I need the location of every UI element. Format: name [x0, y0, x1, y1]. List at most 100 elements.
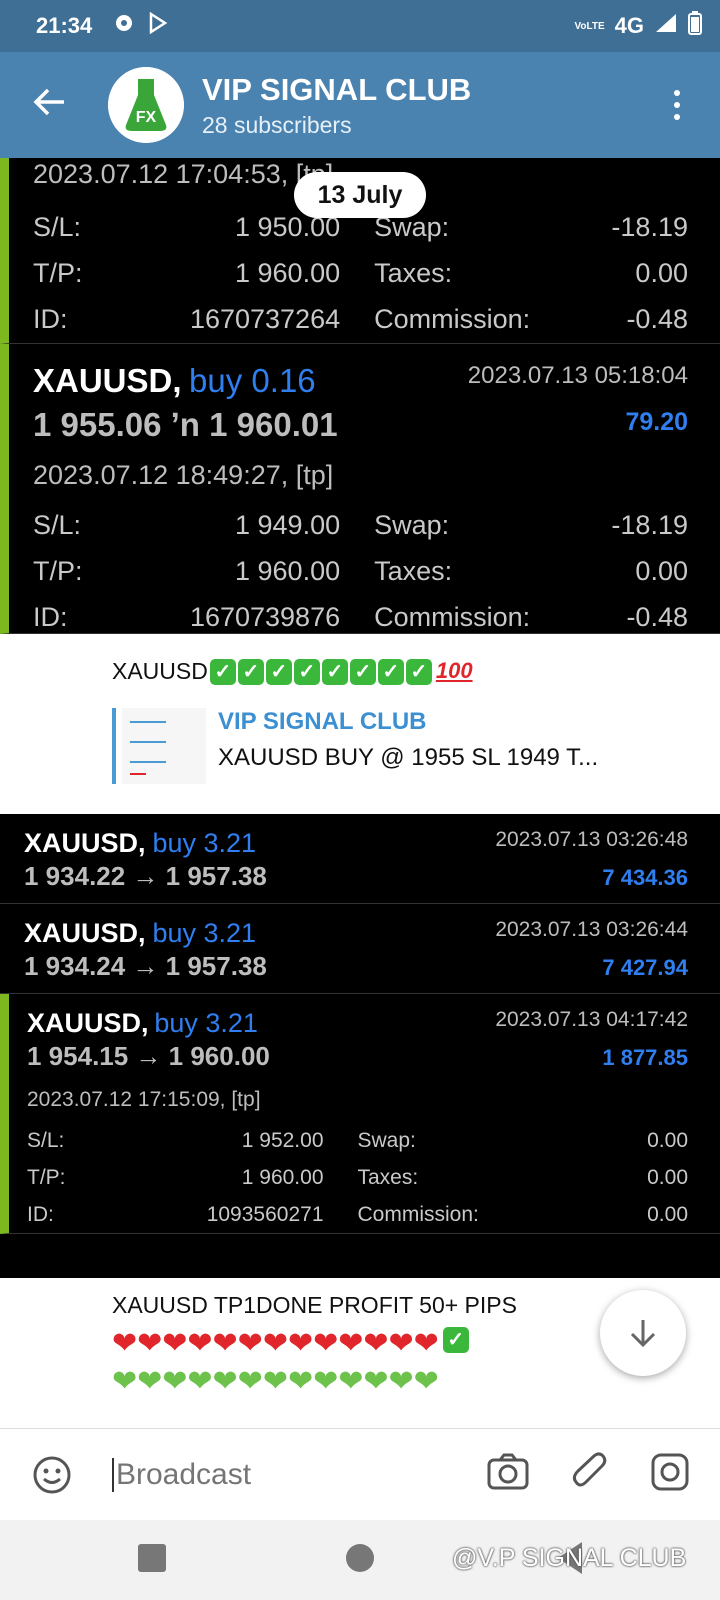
- id-label: ID:: [33, 602, 68, 632]
- broadcast-input[interactable]: [112, 1457, 432, 1492]
- trade-details: S/L: 1 949.00 Swap: -18.19 T/P: 1 960.00…: [33, 502, 688, 640]
- commission-value: -0.48: [626, 602, 688, 632]
- instagram-icon[interactable]: [650, 1452, 690, 1497]
- trade-profit: 79.20: [625, 408, 688, 436]
- check-icon: ✓: [349, 659, 376, 685]
- trade-card: XAUUSD, buy 3.21 2023.07.13 04:17:42 1 9…: [0, 994, 720, 1234]
- close-time: 2023.07.13 05:18:04: [467, 362, 688, 389]
- trade-prices: 1 934.24 → 1 957.38: [24, 951, 267, 981]
- trade-symbol: XAUUSD,: [24, 828, 146, 858]
- close-time: 2023.07.13 03:26:48: [495, 828, 688, 851]
- trade-prices: 1 955.06 ʼn 1 960.01: [33, 406, 338, 443]
- check-icon: ✓: [293, 659, 320, 685]
- check-marks: ✓ ✓ ✓ ✓ ✓ ✓ ✓ ✓: [209, 657, 434, 685]
- message-feed[interactable]: 2023.07.12 17:04:53, [tp] S/L: 1 950.00 …: [0, 158, 720, 1428]
- commission-label: Commission:: [374, 304, 531, 334]
- commission-label: Commission:: [374, 602, 531, 632]
- trade-symbol: XAUUSD,: [24, 918, 146, 948]
- swap-value: 0.00: [647, 1129, 688, 1152]
- trade-details: S/L: 1 952.00 Swap: 0.00 T/P: 1 960.00 T…: [27, 1122, 688, 1233]
- trade-side: buy 3.21: [152, 918, 257, 948]
- recents-button[interactable]: [138, 1544, 166, 1572]
- channel-message[interactable]: XAUUSD ✓ ✓ ✓ ✓ ✓ ✓ ✓ ✓ 100 VIP SIGNAL CLUB XAUU…: [0, 634, 720, 814]
- commission-value: 0.00: [647, 1203, 688, 1226]
- red-heart-icon: ❤❤❤❤❤❤❤❤❤❤❤❤❤: [112, 1327, 439, 1360]
- attach-icon[interactable]: [572, 1452, 608, 1497]
- trade-card: XAUUSD, buy 3.21 2023.07.13 03:26:44 1 9…: [0, 904, 720, 994]
- open-time: 2023.07.12 17:15:09, [tp]: [27, 1088, 261, 1111]
- trade-details: S/L: 1 950.00 Swap: -18.19 T/P: 1 960.00…: [33, 204, 688, 342]
- taxes-label: Taxes:: [374, 258, 453, 288]
- trade-profit: 7 434.36: [602, 865, 688, 890]
- channel-avatar[interactable]: FX: [108, 67, 184, 143]
- green-heart-icon: ❤❤❤❤❤❤❤❤❤❤❤❤❤: [112, 1365, 439, 1398]
- taxes-label: Taxes:: [357, 1166, 419, 1189]
- heart-emojis: ❤❤❤❤❤❤❤❤❤❤❤❤❤ ✓ ❤❤❤❤❤❤❤❤❤❤❤❤❤: [112, 1327, 632, 1399]
- hundred-icon: 100: [435, 658, 473, 683]
- swap-value: -18.19: [611, 510, 688, 540]
- reply-preview[interactable]: VIP SIGNAL CLUB XAUUSD BUY @ 1955 SL 194…: [112, 708, 720, 784]
- more-options-icon[interactable]: [674, 90, 680, 120]
- check-icon: ✓: [209, 659, 236, 685]
- taxes-label: Taxes:: [374, 556, 453, 586]
- settings-icon: [114, 13, 134, 39]
- navigation-bar: @V.P SIGNAL CLUB: [0, 1520, 720, 1600]
- camera-icon[interactable]: [486, 1452, 530, 1497]
- check-icon: ✓: [377, 659, 404, 685]
- check-icon: ✓: [321, 659, 348, 685]
- trade-profit: 7 427.94: [602, 955, 688, 980]
- home-button[interactable]: [346, 1544, 374, 1572]
- commission-label: Commission:: [357, 1203, 479, 1226]
- composer-bar: [0, 1428, 720, 1520]
- watermark: @V.P SIGNAL CLUB: [452, 1544, 687, 1572]
- reply-body: XAUUSD BUY @ 1955 SL 1949 T...: [218, 744, 599, 771]
- sl-value: 1 949.00: [235, 510, 341, 540]
- trade-prices: 1 934.22 → 1 957.38: [24, 861, 267, 891]
- tp-value: 1 960.00: [235, 556, 341, 586]
- trade-card: XAUUSD, buy 3.21 2023.07.13 03:26:48 1 9…: [0, 814, 720, 904]
- battery-icon: [688, 11, 702, 41]
- channel-header: FX VIP SIGNAL CLUB 28 subscribers: [0, 52, 720, 158]
- trade-profit: 1 877.85: [602, 1045, 688, 1070]
- spacer: [0, 1234, 720, 1278]
- trade-side: buy 3.21: [154, 1008, 258, 1038]
- signal-icon: [654, 12, 678, 40]
- taxes-value: 0.00: [635, 258, 688, 288]
- swap-label: Swap:: [374, 510, 450, 540]
- swap-label: Swap:: [357, 1129, 416, 1152]
- trade-side: buy 0.16: [189, 362, 316, 399]
- taxes-value: 0.00: [635, 556, 688, 586]
- taxes-value: 0.00: [647, 1166, 688, 1189]
- id-value: 1670737264: [189, 304, 341, 334]
- clock: 21:34: [36, 13, 93, 38]
- channel-name[interactable]: VIP SIGNAL CLUB: [202, 72, 471, 108]
- scroll-down-button[interactable]: [600, 1290, 686, 1376]
- reply-title: VIP SIGNAL CLUB: [218, 708, 427, 735]
- sl-label: S/L:: [27, 1129, 65, 1152]
- trade-card: XAUUSD, buy 0.16 2023.07.13 05:18:04 1 9…: [0, 344, 720, 634]
- trade-symbol: XAUUSD,: [33, 362, 182, 399]
- id-label: ID:: [27, 1203, 54, 1226]
- tp-label: T/P:: [33, 258, 83, 288]
- id-value: 1670739876: [189, 602, 341, 632]
- check-icon: ✓: [265, 659, 292, 685]
- trade-prices: 1 954.15 → 1 960.00: [27, 1041, 270, 1071]
- id-label: ID:: [33, 304, 68, 334]
- sl-value: 1 952.00: [241, 1129, 324, 1152]
- tp-label: T/P:: [27, 1166, 66, 1189]
- network-label: 4G: [614, 13, 644, 38]
- close-time: 2023.07.13 04:17:42: [495, 1008, 688, 1031]
- reply-bar: [112, 708, 116, 784]
- emoji-icon[interactable]: [32, 1455, 72, 1495]
- message-symbol: XAUUSD: [112, 657, 208, 684]
- check-icon: ✓: [442, 1327, 469, 1353]
- reply-thumbnail: [122, 708, 206, 784]
- sl-label: S/L:: [33, 510, 82, 540]
- play-store-icon: [148, 11, 168, 40]
- tp-value: 1 960.00: [241, 1166, 324, 1189]
- check-icon: ✓: [405, 659, 432, 685]
- avatar-text: FX: [136, 109, 157, 126]
- back-arrow-icon[interactable]: [32, 84, 72, 127]
- check-icon: ✓: [237, 659, 264, 685]
- trade-symbol: XAUUSD,: [27, 1008, 149, 1038]
